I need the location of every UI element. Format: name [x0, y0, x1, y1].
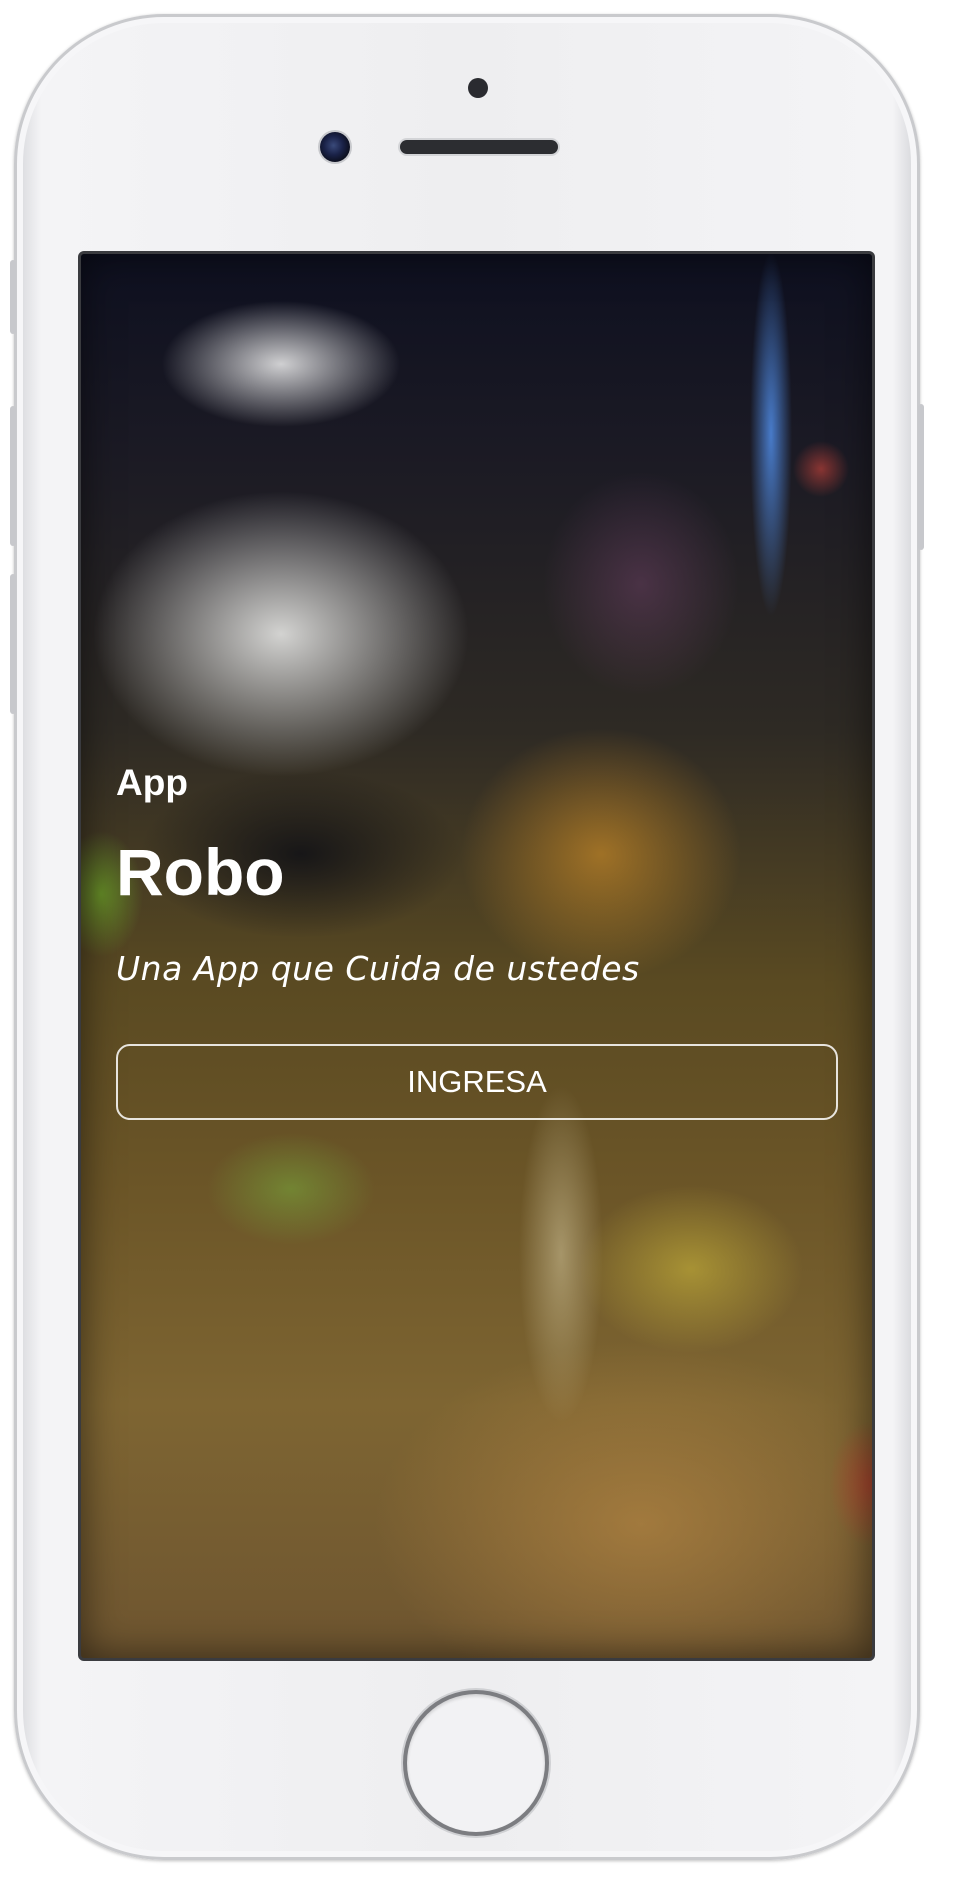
app-screen: App Robo Una App que Cuida de ustedes IN…	[78, 251, 875, 1661]
proximity-sensor	[468, 78, 488, 98]
mute-switch	[10, 260, 16, 334]
app-tagline: Una App que Cuida de ustedes	[116, 949, 640, 988]
earpiece-speaker	[400, 140, 558, 154]
app-label: App	[116, 762, 188, 803]
volume-down-button	[10, 574, 16, 714]
home-button[interactable]	[407, 1694, 545, 1832]
app-title: Robo	[116, 835, 285, 909]
power-button	[918, 404, 924, 550]
volume-up-button	[10, 406, 16, 546]
login-button[interactable]: INGRESA	[116, 1044, 838, 1120]
front-camera-icon	[320, 132, 350, 162]
phone-frame: App Robo Una App que Cuida de ustedes IN…	[10, 14, 924, 1860]
